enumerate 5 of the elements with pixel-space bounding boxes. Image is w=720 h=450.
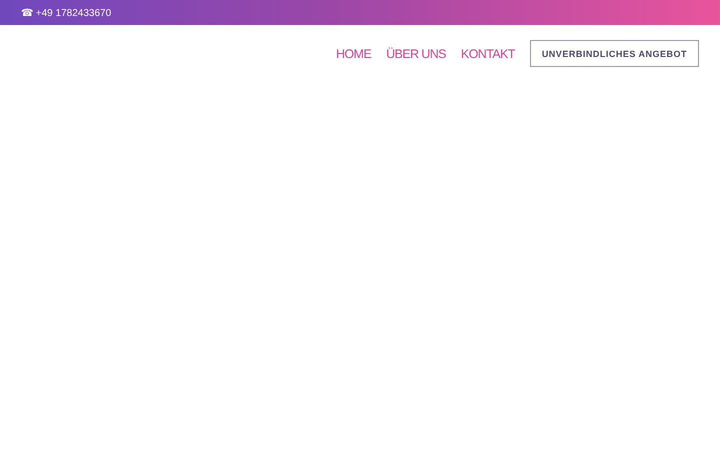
nav-link[interactable]: ÜBER UNS — [386, 46, 446, 60]
quote-button[interactable]: UNVERBINDLICHES ANGEBOT — [530, 40, 699, 67]
nav-link[interactable]: HOME — [336, 46, 372, 60]
phone-number: ☎ +49 1782433670 — [21, 6, 112, 18]
nav-link[interactable]: KONTAKT — [460, 46, 515, 60]
